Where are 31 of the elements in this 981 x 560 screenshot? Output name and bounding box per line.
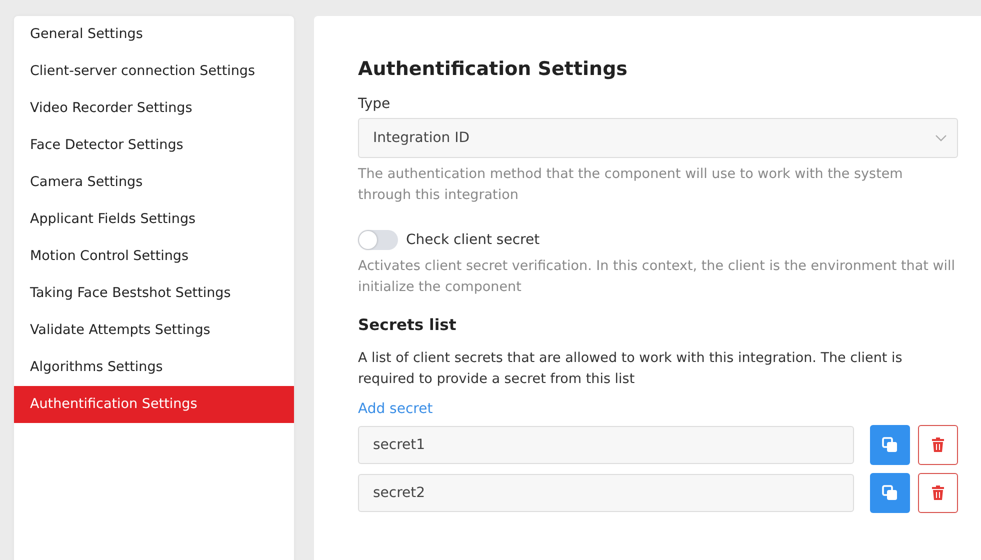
field-hint: The authentication method that the component will use to work with the system through this integration (358, 165, 904, 205)
subsection-title: Secrets list (358, 316, 458, 334)
sidebar-item[interactable]: General Settings (14, 16, 294, 53)
toggle-switch[interactable] (358, 230, 398, 250)
secret-field[interactable]: secret1 (358, 426, 854, 464)
sidebar-item[interactable]: Validate Attempts Settings (14, 312, 294, 349)
sidebar-item[interactable]: Face Detector Settings (14, 127, 294, 164)
section-title: Authentification Settings (358, 58, 628, 80)
copy-button[interactable] (870, 425, 910, 465)
delete-button[interactable] (918, 473, 958, 513)
copy-icon (881, 436, 899, 454)
secrets-description: A list of client secrets that are allowed to work with this integration. The client is required to provide a secret from this list (358, 349, 904, 389)
trash-icon (931, 437, 945, 453)
field-label: Type (358, 96, 392, 112)
toggle-label: Check client secret (406, 232, 540, 248)
copy-button[interactable] (870, 473, 910, 513)
chevron-down-icon (935, 134, 947, 142)
sidebar-item[interactable]: Authentification Settings (14, 386, 294, 423)
sidebar-item[interactable]: Video Recorder Settings (14, 90, 294, 127)
delete-button[interactable] (918, 425, 958, 465)
sidebar-item[interactable]: Client-server connection Settings (14, 53, 294, 90)
secret-field[interactable]: secret2 (358, 474, 854, 512)
toggle-hint: Activates client secret verification. In this context, the client is the environment that will initialize the component (358, 257, 956, 297)
sidebar-item[interactable]: Algorithms Settings (14, 349, 294, 386)
sidebar-item[interactable]: Applicant Fields Settings (14, 201, 294, 238)
trash-icon (931, 485, 945, 501)
sidebar-item[interactable]: Camera Settings (14, 164, 294, 201)
sidebar-item[interactable]: Taking Face Bestshot Settings (14, 275, 294, 312)
sidebar-item[interactable]: Motion Control Settings (14, 238, 294, 275)
copy-icon (881, 484, 899, 502)
type-select[interactable]: Integration ID (358, 118, 958, 158)
